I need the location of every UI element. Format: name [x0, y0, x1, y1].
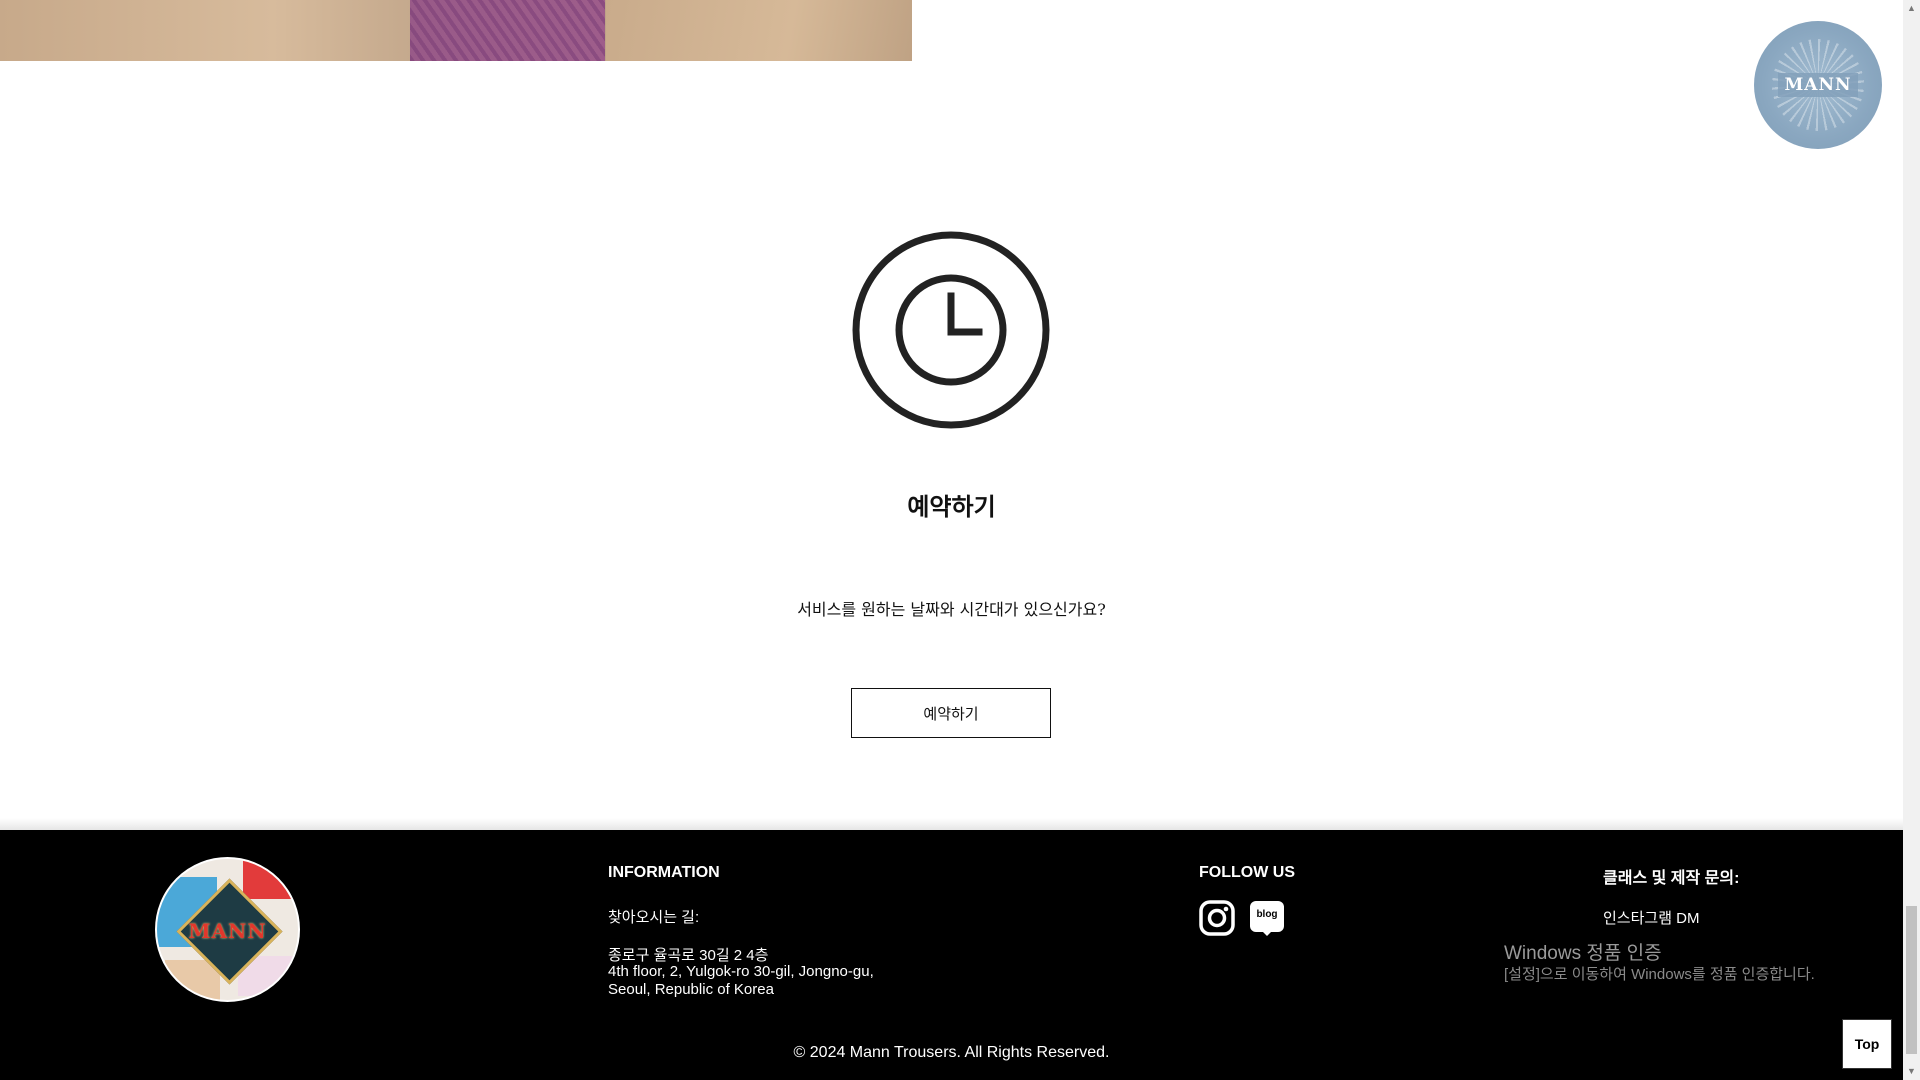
- address-english-line2: Seoul, Republic of Korea: [608, 981, 774, 998]
- logo-tile: [243, 859, 298, 899]
- footer-logo-text: MANN: [188, 919, 267, 943]
- product-photo-box: [606, 0, 912, 61]
- scroll-top-button[interactable]: Top: [1842, 1019, 1892, 1069]
- footer: MANN INFORMATION 찾아오시는 길: 종로구 율곡로 30길 2 …: [0, 830, 1903, 1080]
- directions-label: 찾아오시는 길:: [608, 909, 700, 926]
- windows-activation-text: [설정]으로 이동하여 Windows를 정품 인증합니다.: [1504, 966, 1815, 983]
- footer-logo[interactable]: MANN: [155, 857, 300, 1002]
- blog-icon-text: blog: [1256, 909, 1277, 920]
- scrollbar-thumb[interactable]: [1906, 906, 1917, 1054]
- address-english-line1: 4th floor, 2, Yulgok-ro 30-gil, Jongno-g…: [608, 963, 874, 980]
- product-photo-print: [410, 0, 605, 61]
- booking-description: 서비스를 원하는 날짜와 시간대가 있으신가요?: [797, 600, 1106, 619]
- clock-icon: [852, 231, 1050, 429]
- instagram-dm-link[interactable]: 인스타그램 DM: [1603, 907, 1700, 928]
- page: MANN 예약하기 서비스를 원하는 날짜와 시간대가 있으신가요? 예약하기 …: [0, 0, 1903, 1080]
- contact-heading: 클래스 및 제작 문의:: [1603, 870, 1740, 887]
- footer-divider: [0, 818, 1903, 830]
- scroll-down-arrow-icon[interactable]: ▼: [1903, 1063, 1920, 1080]
- scrollbar[interactable]: ▲ ▼: [1903, 0, 1920, 1080]
- booking-title: 예약하기: [907, 492, 996, 521]
- follow-us-heading: FOLLOW US: [1199, 864, 1295, 881]
- copyright: © 2024 Mann Trousers. All Rights Reserve…: [793, 1044, 1110, 1061]
- floating-logo-label: MANN: [1778, 73, 1858, 97]
- product-photo: [0, 0, 912, 61]
- address-korean: 종로구 율곡로 30길 2 4층: [608, 947, 769, 964]
- windows-activation-title: Windows 정품 인증: [1504, 943, 1662, 964]
- information-heading: INFORMATION: [608, 864, 720, 881]
- instagram-icon[interactable]: [1199, 900, 1235, 936]
- floating-logo-button[interactable]: MANN: [1754, 21, 1882, 149]
- booking-button[interactable]: 예약하기: [851, 688, 1051, 738]
- blog-icon[interactable]: blog: [1249, 900, 1285, 936]
- scroll-up-arrow-icon[interactable]: ▲: [1903, 0, 1920, 17]
